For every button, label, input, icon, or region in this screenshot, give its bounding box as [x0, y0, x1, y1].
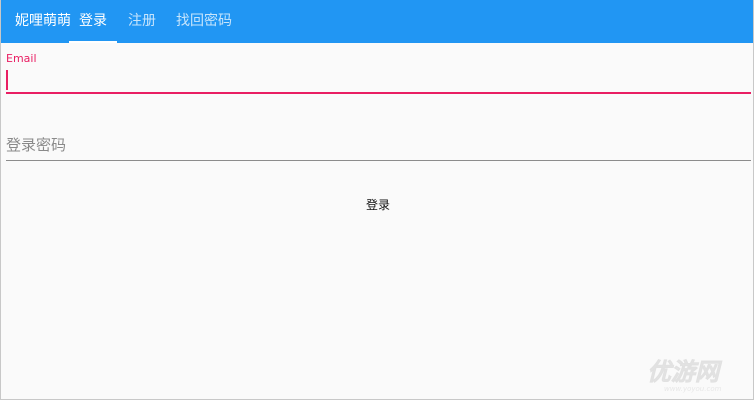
watermark-logo-icon: 优游网 www.yoyou.com [647, 358, 724, 393]
tab-recover-password[interactable]: 找回密码 [176, 0, 232, 43]
tab-login[interactable]: 登录 [69, 0, 117, 43]
email-label: Email [6, 52, 37, 65]
svg-text:www.yoyou.com: www.yoyou.com [664, 385, 722, 393]
password-input[interactable] [6, 134, 751, 161]
tab-register[interactable]: 注册 [128, 0, 156, 43]
login-button[interactable]: 登录 [347, 190, 409, 220]
site-watermark: 优游网 www.yoyou.com [646, 354, 746, 394]
login-form: Email 登录 [1, 43, 753, 399]
app-title: 妮哩萌萌 [15, 13, 71, 29]
app-window: 妮哩萌萌 登录 注册 找回密码 Email 登录 优游网 www.yoyou.c… [0, 0, 754, 400]
text-cursor [6, 70, 8, 90]
svg-text:优游网: 优游网 [647, 358, 723, 386]
email-input[interactable] [6, 68, 751, 94]
app-bar: 妮哩萌萌 登录 注册 找回密码 [1, 0, 753, 43]
